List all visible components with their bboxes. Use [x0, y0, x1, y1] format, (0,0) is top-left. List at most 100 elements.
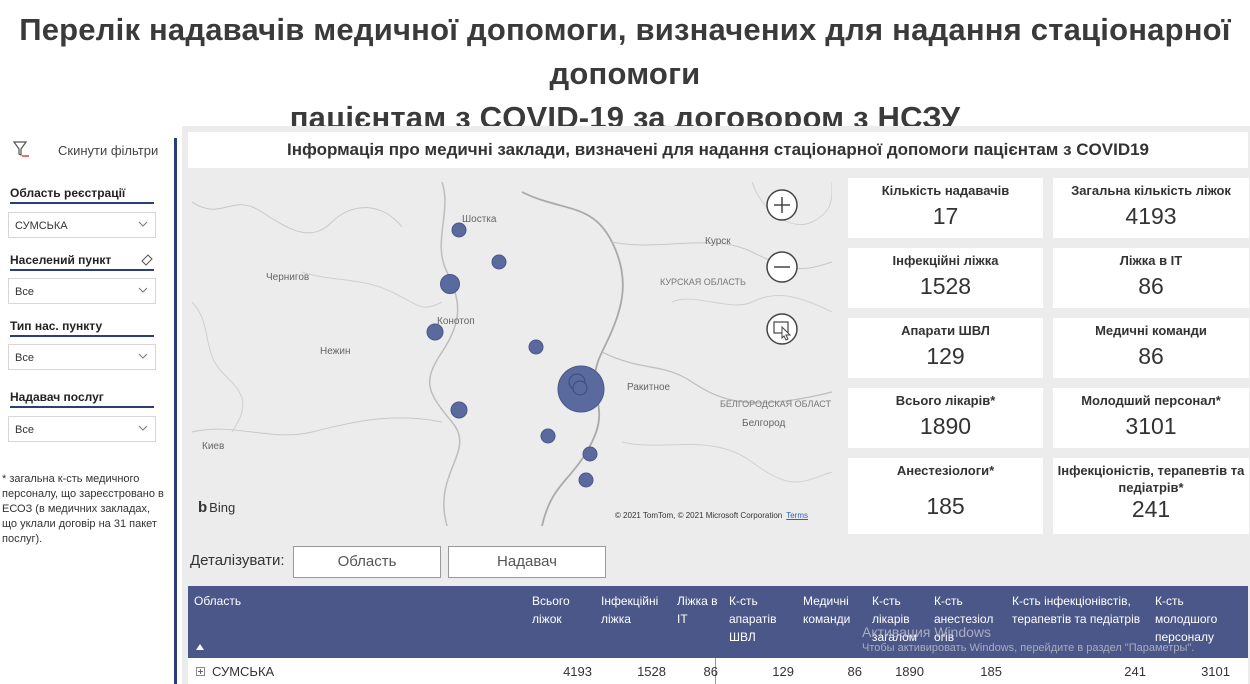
panel-header: Інформація про медичні заклади, визначен… [188, 132, 1248, 168]
selection-tool-button[interactable] [765, 312, 799, 346]
kpi-value: 241 [1131, 496, 1171, 522]
column-header-ventilators[interactable]: К-сть апаратів ШВЛ [729, 592, 797, 646]
map-label-kiev: Киев [202, 441, 225, 452]
provider-bubbles[interactable] [426, 222, 605, 488]
bing-b-icon: b [198, 499, 208, 516]
kpi-label: Апарати ШВЛ [901, 323, 990, 338]
kpi-anesthesiologists: Анестезіологи* 185 [848, 458, 1043, 534]
map-label-kursk: Курск [705, 236, 731, 247]
column-header-total-beds[interactable]: Всього ліжок [532, 592, 590, 628]
kpi-medical-teams: Медичні команди 86 [1053, 318, 1249, 378]
zoom-out-button[interactable] [765, 250, 799, 284]
windows-activation-hint: Чтобы активировать Windows, перейдите в … [862, 642, 1195, 654]
column-header-junior-staff[interactable]: К-сть молодшого персоналу [1155, 592, 1235, 646]
zoom-in-button[interactable] [765, 188, 799, 222]
kpi-infectious-beds: Інфекційні ліжка 1528 [848, 248, 1043, 308]
reset-filters-label: Скинути фільтри [58, 142, 159, 158]
map-visual[interactable]: Шостка Курск Чернигов КУРСКАЯ ОБЛАСТЬ Ко… [192, 182, 832, 526]
kpi-value: 129 [926, 343, 965, 369]
drill-region-button[interactable]: Область [293, 546, 441, 578]
kpi-ventilators: Апарати ШВЛ 129 [848, 318, 1043, 378]
map-label-nezhin: Нежин [320, 346, 351, 357]
kpi-value: 1528 [919, 273, 972, 299]
settlement-type-dropdown-value: Все [15, 352, 34, 364]
kpi-label: Кількість надавачів [881, 183, 1010, 198]
cell-infectionists: 241 [1124, 664, 1146, 679]
kpi-junior-staff: Молодший персонал* 3101 [1053, 388, 1249, 448]
kpi-label: Всього лікарів* [895, 393, 996, 408]
cell-anesthesiologists: 185 [980, 664, 1002, 679]
chevron-down-icon [138, 425, 148, 431]
settlement-dropdown-value: Все [15, 286, 34, 298]
cell-medical-teams: 86 [847, 664, 862, 679]
chevron-down-icon [138, 287, 148, 293]
cell-ventilators: 129 [772, 664, 794, 679]
drill-provider-button[interactable]: Надавач [448, 546, 606, 578]
settlement-type-dropdown[interactable]: Все [8, 344, 156, 370]
kpi-icu-beds: Ліжка в ІТ 86 [1053, 248, 1249, 308]
kpi-value: 4193 [1125, 203, 1177, 229]
map-label-belgorod: Белгород [742, 418, 786, 429]
kpi-label: Молодший персонал* [1081, 393, 1221, 408]
sort-ascending-icon[interactable] [196, 644, 204, 650]
map-background [192, 182, 832, 526]
slicer-title-provider: Надавач послуг [10, 390, 154, 408]
map-label-belgorod-oblast: БЕЛГОРОДСКАЯ ОБЛАСТ [720, 399, 831, 409]
slicer-title-region: Область реєстрації [10, 186, 154, 204]
reset-filters-button[interactable]: Скинути фільтри [12, 138, 162, 162]
kpi-value: 3101 [1125, 413, 1177, 439]
cell-infectious-beds: 1528 [637, 664, 666, 679]
kpi-total-doctors: Всього лікарів* 1890 [848, 388, 1043, 448]
kpi-value: 86 [1138, 273, 1164, 299]
cell-doctors: 1890 [895, 664, 924, 679]
cell-junior-staff: 3101 [1201, 664, 1230, 679]
column-header-region[interactable]: Область [194, 592, 494, 610]
cell-total-beds: 4193 [563, 664, 592, 679]
map-copyright-text: © 2021 TomTom, © 2021 Microsoft Corporat… [614, 511, 783, 520]
sidebar-divider [174, 138, 177, 684]
cell-region: СУМСЬКА [212, 664, 275, 679]
map-label-rakitnoe: Ракитное [627, 382, 671, 393]
kpi-label: Інфекціоністів, терапевтів та педіатрів* [1057, 463, 1245, 495]
chevron-down-icon [138, 353, 148, 359]
map-label-konotop: Конотоп [437, 316, 475, 327]
map-terms-link[interactable]: Terms [786, 511, 808, 520]
settlement-dropdown[interactable]: Все [8, 278, 156, 304]
slicer-title-settlement: Населений пункт [10, 253, 154, 271]
column-header-infectionists[interactable]: К-сть інфекціонівстів, терапевтів та пед… [1012, 592, 1148, 628]
chevron-down-icon [138, 221, 148, 227]
provider-dropdown-value: Все [15, 424, 34, 436]
bing-label: Bing [209, 500, 236, 515]
map-label-shostka: Шостка [462, 214, 497, 225]
column-header-infectious-beds[interactable]: Інфекційні ліжка [601, 592, 667, 628]
kpi-value: 17 [932, 203, 959, 229]
panel-title: Інформація про медичні заклади, визначен… [286, 140, 1150, 159]
windows-activation-watermark: Активация Windows [862, 624, 992, 640]
page-title-line1: Перелік надавачів медичної допомоги, виз… [19, 12, 1231, 91]
kpi-label: Анестезіологи* [896, 463, 995, 478]
kpi-label: Інфекційні ліжка [892, 253, 999, 268]
kpi-value: 185 [926, 493, 965, 519]
funnel-icon [12, 141, 29, 157]
kpi-label: Загальна кількість ліжок [1071, 183, 1231, 198]
map-copyright: © 2021 TomTom, © 2021 Microsoft Corporat… [615, 511, 808, 520]
table-row[interactable]: СУМСЬКА 4193 1528 86 129 86 1890 185 241… [188, 658, 1248, 684]
column-header-medical-teams[interactable]: Медичні команди [803, 592, 863, 628]
slicer-title-settlement-type: Тип нас. пункту [10, 319, 154, 337]
provider-dropdown[interactable]: Все [8, 416, 156, 442]
kpi-total-beds: Загальна кількість ліжок 4193 [1053, 178, 1249, 238]
kpi-label: Медичні команди [1095, 323, 1207, 338]
map-label-kursk-oblast: КУРСКАЯ ОБЛАСТЬ [660, 277, 746, 287]
column-header-icu-beds[interactable]: Ліжка в ІТ [677, 592, 721, 628]
eraser-icon[interactable] [140, 252, 154, 266]
filter-sidebar: Скинути фільтри Область реєстрації СУМСЬ… [0, 128, 168, 684]
kpi-label: Ліжка в ІТ [1119, 253, 1183, 268]
slicer-title-settlement-text: Населений пункт [10, 253, 112, 267]
expand-row-icon[interactable] [196, 667, 205, 676]
map-label-chernigov: Чернигов [266, 272, 310, 283]
region-dropdown[interactable]: СУМСЬКА [8, 212, 156, 238]
cell-icu-beds: 86 [703, 664, 718, 679]
bing-logo: b Bing [198, 499, 235, 516]
kpi-infectionists-therapists: Інфекціоністів, терапевтів та педіатрів*… [1053, 458, 1249, 534]
drill-label: Деталізувати: [190, 552, 285, 569]
